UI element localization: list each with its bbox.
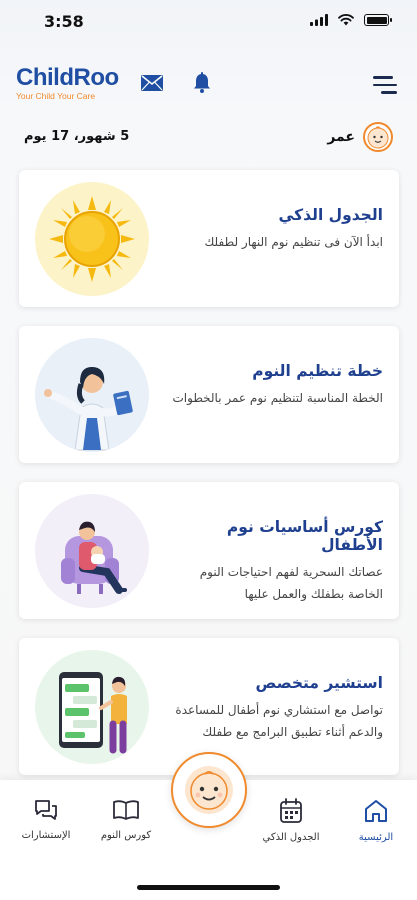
logo-title: ChildRoo [16, 64, 119, 91]
signal-icon [310, 14, 328, 26]
card-sleep-plan[interactable]: خطة تنظيم النوم الخطة المناسبة لتنظيم نو… [19, 326, 399, 463]
card-desc: عصاتك السحرية لفهم احتياجات النوم الخاصة… [199, 565, 383, 601]
child-name: عمر [327, 129, 355, 145]
menu-icon[interactable] [373, 76, 397, 99]
child-age: 5 شهور، 17 يوم [24, 129, 130, 144]
app-logo: ChildRoo Your Child Your Care [16, 64, 119, 101]
card-sleep-course[interactable]: كورس أساسيات نوم الأطفال عصاتك السحرية ل… [19, 482, 399, 619]
mother-icon [61, 521, 127, 594]
card-desc: ابدأ الآن فى تنظيم نوم النهار لطفلك [204, 235, 383, 249]
phone-chat-icon [59, 672, 127, 754]
card-text: الجدول الذكي ابدأ الآن فى تنظيم نوم النه… [163, 206, 383, 253]
mother-illustration [35, 494, 149, 608]
logo-tagline: Your Child Your Care [16, 91, 96, 101]
card-desc: الخطة المناسبة لتنظيم نوم عمر بالخطوات [172, 391, 383, 405]
chat-bubbles-icon [35, 800, 57, 820]
baby-face-icon [185, 766, 233, 814]
calendar-icon [280, 798, 302, 823]
card-title: كورس أساسيات نوم الأطفال [226, 518, 383, 554]
home-icon [365, 800, 387, 822]
mail-icon[interactable] [140, 74, 164, 92]
child-avatar[interactable] [363, 122, 393, 152]
sun-illustration [35, 182, 149, 296]
status-bar: 3:58 [0, 0, 417, 46]
phone-illustration [35, 650, 149, 764]
nav-smart-schedule[interactable]: الجدول الذكي [251, 798, 331, 843]
child-info-row[interactable]: 5 شهور، 17 يوم عمر [0, 120, 417, 154]
card-title: استشير متخصص [255, 674, 383, 692]
card-title: الجدول الذكي [278, 206, 383, 224]
card-text: استشير متخصص تواصل مع استشاري نوم أطفال … [163, 674, 383, 743]
home-indicator [137, 885, 280, 890]
status-icons [310, 14, 392, 26]
card-title: خطة تنظيم النوم [252, 362, 383, 380]
doctor-illustration [35, 338, 149, 452]
card-smart-schedule[interactable]: الجدول الذكي ابدأ الآن فى تنظيم نوم النه… [19, 170, 399, 307]
card-desc: تواصل مع استشاري نوم أطفال للمساعدة والد… [175, 703, 383, 739]
book-icon [113, 800, 139, 820]
nav-label: الرئيسية [358, 832, 394, 843]
baby-profile-button[interactable] [171, 752, 247, 828]
baby-face-icon [367, 126, 389, 149]
doctor-icon [44, 366, 133, 451]
nav-home[interactable]: الرئيسية [336, 798, 416, 843]
nav-label: الإستشارات [21, 830, 71, 841]
nav-sleep-course[interactable]: كورس النوم [86, 798, 166, 841]
wifi-icon [338, 14, 354, 26]
bell-icon[interactable] [192, 72, 212, 94]
app-header: ChildRoo Your Child Your Care [0, 62, 417, 112]
card-text: كورس أساسيات نوم الأطفال عصاتك السحرية ل… [163, 518, 383, 605]
sun-icon [49, 196, 135, 282]
nav-label: الجدول الذكي [262, 832, 320, 843]
nav-label: كورس النوم [100, 830, 152, 841]
card-text: خطة تنظيم النوم الخطة المناسبة لتنظيم نو… [163, 362, 383, 409]
battery-icon [364, 14, 392, 26]
status-time: 3:58 [44, 12, 84, 31]
nav-consultations[interactable]: الإستشارات [6, 798, 86, 841]
